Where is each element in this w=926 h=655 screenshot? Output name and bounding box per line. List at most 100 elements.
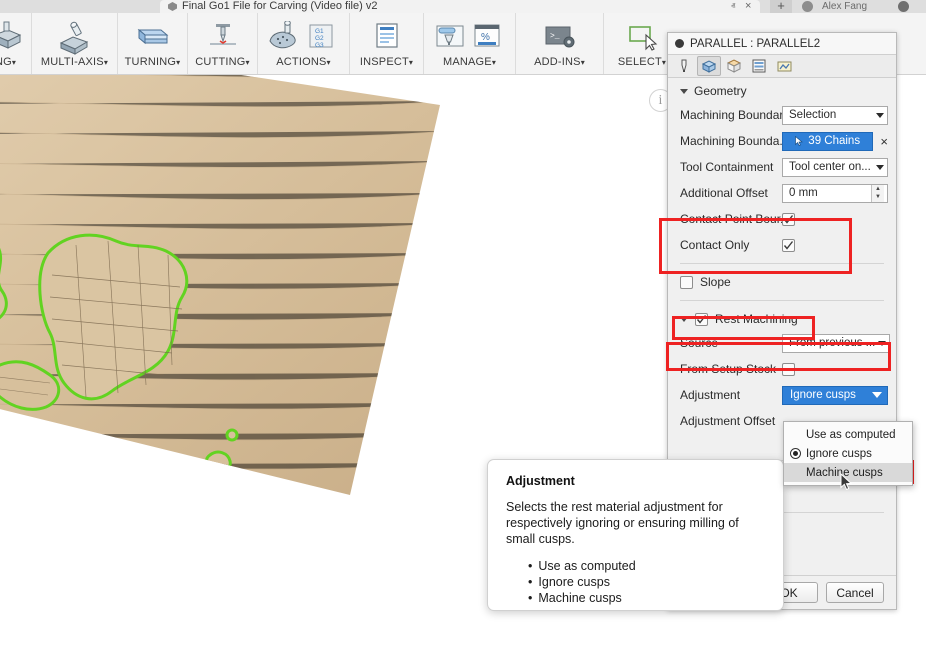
dialog-tab-bar bbox=[668, 55, 896, 78]
chevron-down-icon bbox=[680, 88, 688, 94]
ribbon-group-manage[interactable]: % MANAGE▾ bbox=[424, 13, 516, 74]
new-tab-button[interactable]: + bbox=[770, 0, 792, 13]
tool-containment-label: Tool Containment bbox=[680, 160, 774, 174]
tooltip-bullet-list: Use as computed Ignore cusps Machine cus… bbox=[528, 558, 765, 606]
geometry-section-header[interactable]: Geometry bbox=[668, 78, 896, 102]
from-setup-stock-row: From Setup Stock bbox=[668, 356, 896, 382]
ribbon-label-manage: MANAGE▾ bbox=[442, 56, 497, 68]
source-select[interactable]: From previous ... bbox=[782, 333, 891, 353]
svg-text:>_: >_ bbox=[550, 32, 560, 41]
ribbon-label-3d: NG▾ bbox=[0, 56, 17, 68]
heights-tab[interactable] bbox=[722, 56, 746, 76]
machining-bounds-selection-chip[interactable]: 39 Chains bbox=[782, 131, 874, 151]
chevron-down-icon bbox=[876, 164, 884, 170]
check-icon bbox=[696, 314, 707, 324]
additional-offset-stepper[interactable]: ▲ ▼ bbox=[871, 184, 884, 202]
turning-icon bbox=[135, 21, 171, 55]
svg-text:%: % bbox=[481, 32, 490, 43]
contact-only-checkbox[interactable] bbox=[782, 238, 795, 252]
geometry-tab[interactable] bbox=[697, 56, 721, 76]
machining-boundary-value: Selection bbox=[789, 109, 837, 121]
ribbon-group-3d[interactable]: NG▾ bbox=[0, 13, 32, 74]
ribbon-label-select: SELECT▾ bbox=[617, 56, 667, 68]
ribbon-group-inspect[interactable]: INSPECT▾ bbox=[350, 13, 424, 74]
adjustment-offset-label: Adjustment Offset bbox=[680, 414, 776, 428]
avatar bbox=[802, 1, 813, 12]
inspect-icon bbox=[369, 21, 405, 55]
tooltip-body: Selects the rest material adjustment for… bbox=[506, 500, 739, 546]
contact-point-boundary-row: Contact Point Bour... bbox=[668, 206, 896, 232]
cancel-button[interactable]: Cancel bbox=[826, 582, 884, 603]
ribbon-group-addins[interactable]: >_ ADD-INS▾ bbox=[516, 13, 604, 74]
machining-bounds-chip-label: 39 Chains bbox=[808, 135, 861, 147]
additional-offset-label: Additional Offset bbox=[680, 186, 768, 200]
browser-tab-strip: Final Go1 File for Carving (Video file) … bbox=[0, 0, 926, 13]
radio-selected-icon bbox=[790, 448, 801, 459]
mouse-cursor-icon bbox=[840, 473, 852, 490]
tool-tab[interactable] bbox=[672, 56, 696, 76]
ribbon-group-multi-axis[interactable]: MULTI-AXIS▾ bbox=[32, 13, 118, 74]
from-setup-stock-label: From Setup Stock bbox=[680, 362, 777, 376]
dropdown-option-ignore-cusps[interactable]: Ignore cusps bbox=[784, 444, 912, 463]
from-setup-stock-checkbox[interactable] bbox=[782, 362, 795, 376]
ribbon-group-turning[interactable]: TURNING▾ bbox=[118, 13, 188, 74]
tooltip-title: Adjustment bbox=[506, 474, 575, 488]
document-tab[interactable]: Final Go1 File for Carving (Video file) … bbox=[160, 0, 760, 13]
gcode-icon: G1 G2 G3 bbox=[306, 21, 342, 55]
adjustment-row: Adjustment Ignore cusps bbox=[668, 382, 896, 408]
ribbon-label-inspect: INSPECT▾ bbox=[359, 56, 414, 68]
probe-icon bbox=[266, 21, 302, 55]
multi-axis-icon bbox=[57, 21, 93, 55]
additional-offset-input[interactable]: 0 mm ▲ ▼ bbox=[782, 183, 888, 203]
cutting-icon bbox=[205, 21, 241, 55]
rest-machining-section-header[interactable]: Rest Machining bbox=[668, 306, 896, 330]
passes-tab[interactable] bbox=[747, 56, 771, 76]
tab-overflow-caret-icon[interactable]: ⱏ bbox=[731, 0, 735, 13]
tool-containment-select[interactable]: Tool center on... bbox=[782, 157, 888, 177]
tooltip-bullet: Use as computed bbox=[528, 558, 765, 574]
machining-boundary-row: Machining Boundary Selection bbox=[668, 102, 896, 128]
clear-selection-icon[interactable]: × bbox=[880, 134, 888, 149]
source-value: From previous ... bbox=[789, 337, 876, 349]
ribbon-label-actions: ACTIONS▾ bbox=[276, 56, 331, 68]
user-name-label: Alex Fang bbox=[822, 1, 868, 12]
dropdown-option-use-as-computed[interactable]: Use as computed bbox=[784, 425, 912, 444]
account-avatar[interactable] bbox=[898, 1, 909, 12]
adjustment-label: Adjustment bbox=[680, 388, 741, 402]
slope-row: Slope bbox=[668, 269, 896, 295]
machining-boundary-select[interactable]: Selection bbox=[782, 105, 888, 125]
contact-only-row: Contact Only bbox=[668, 232, 896, 258]
slope-label: Slope bbox=[700, 275, 731, 289]
tooltip-bullet: Ignore cusps bbox=[528, 574, 765, 590]
dialog-title: PARALLEL : PARALLEL2 bbox=[690, 37, 821, 50]
ribbon-label-multi-axis: MULTI-AXIS▾ bbox=[40, 56, 109, 68]
3d-milling-icon bbox=[0, 21, 24, 55]
ribbon-group-cutting[interactable]: CUTTING▾ bbox=[188, 13, 258, 74]
check-icon bbox=[783, 214, 794, 224]
cursor-arrow-icon bbox=[795, 136, 804, 146]
contact-only-label: Contact Only bbox=[680, 238, 750, 252]
geometry-section-label: Geometry bbox=[694, 84, 747, 98]
ribbon-label-turning: TURNING▾ bbox=[124, 56, 181, 68]
slope-checkbox[interactable] bbox=[680, 275, 693, 289]
machining-boundary-label: Machining Boundary bbox=[680, 108, 782, 122]
tool-containment-value: Tool center on... bbox=[789, 161, 871, 173]
svg-text:G1: G1 bbox=[315, 28, 324, 35]
adjustment-select[interactable]: Ignore cusps bbox=[782, 385, 888, 405]
ribbon-label-cutting: CUTTING▾ bbox=[195, 56, 250, 68]
chevron-down-icon bbox=[680, 316, 688, 322]
linking-tab[interactable] bbox=[772, 56, 796, 76]
additional-offset-row: Additional Offset 0 mm ▲ ▼ bbox=[668, 180, 896, 206]
close-tab-icon[interactable]: × bbox=[745, 0, 751, 12]
ribbon-group-actions[interactable]: G1 G2 G3 ACTIONS▾ bbox=[258, 13, 350, 74]
divider bbox=[680, 300, 884, 301]
check-icon bbox=[783, 240, 794, 250]
fusion-document-icon bbox=[168, 2, 177, 11]
contact-point-boundary-checkbox[interactable] bbox=[782, 212, 795, 226]
addins-icon: >_ bbox=[542, 21, 578, 55]
machining-bounds-row: Machining Bounda... 39 Chains × bbox=[668, 128, 896, 154]
source-label: Source bbox=[680, 336, 719, 350]
rest-machining-checkbox[interactable] bbox=[695, 312, 708, 326]
stepper-up-icon[interactable]: ▲ bbox=[872, 184, 884, 193]
stepper-down-icon[interactable]: ▼ bbox=[872, 193, 884, 202]
